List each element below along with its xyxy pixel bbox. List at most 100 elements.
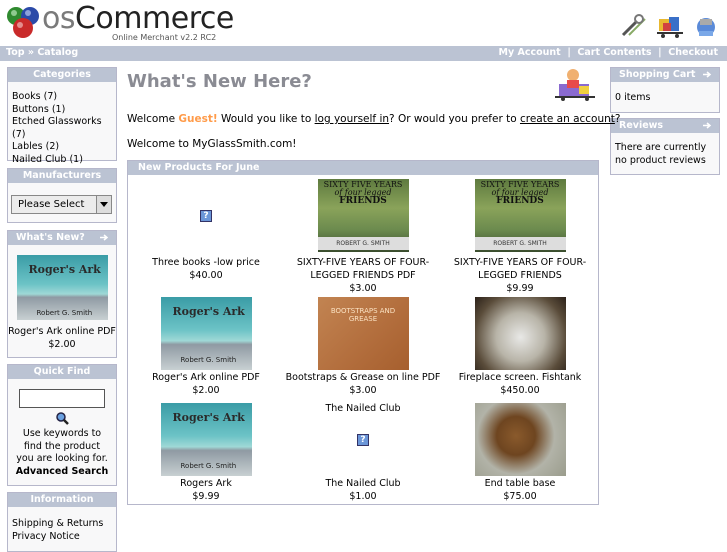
my-account-link[interactable]: My Account	[499, 47, 561, 58]
new-products-title: New Products For June	[128, 161, 598, 175]
product-image[interactable]: The Nailed Club ?	[318, 403, 409, 476]
product-image[interactable]: Roger's Ark Robert G. Smith	[160, 297, 252, 370]
welcome-end: ?	[614, 113, 621, 125]
login-link[interactable]: log yourself in	[315, 113, 389, 125]
product-name-link[interactable]: End table base	[442, 477, 598, 490]
category-item-buttons[interactable]: Buttons (1)	[12, 104, 112, 117]
product-name-link[interactable]: SIXTY-FIVE YEARS OF FOUR-LEGGED FRIENDS …	[285, 256, 441, 282]
shopping-cart-title: Shopping Cart	[611, 68, 719, 82]
information-list: Shipping & Returns Privacy Notice	[8, 507, 116, 547]
manufacturers-content: Please Select	[8, 183, 116, 218]
site-welcome: Welcome to MyGlassSmith.com!	[127, 138, 297, 150]
manufacturers-title: Manufacturers	[8, 169, 116, 183]
book-author: ROBERT G. SMITH	[474, 237, 566, 250]
privacy-notice-link[interactable]: Privacy Notice	[12, 530, 112, 543]
product-name-link[interactable]: Bootstraps & Grease on line PDF	[285, 371, 441, 384]
product-price: $75.00	[503, 491, 537, 502]
breadcrumb-top-link[interactable]: Top	[6, 47, 25, 58]
cash-register-icon[interactable]	[691, 13, 721, 39]
arrow-right-icon[interactable]	[701, 121, 713, 130]
product-card: SIXTY FIVE YEARS of four legged FRIENDS RO…	[285, 179, 441, 295]
product-image[interactable]: BOOTSTRAPS AND GREASE	[317, 297, 409, 370]
product-name-link[interactable]: Fireplace screen. Fishtank	[442, 371, 598, 384]
welcome-prefix: Welcome	[127, 113, 179, 125]
product-name-link[interactable]: Roger's Ark online PDF	[128, 371, 284, 384]
reviews-title-text: Reviews	[619, 120, 664, 131]
product-name-link[interactable]: Rogers Ark	[128, 477, 284, 490]
category-link[interactable]: Books	[12, 91, 41, 102]
book-author: ROBERT G. SMITH	[317, 237, 409, 250]
category-link[interactable]: Lables	[12, 141, 43, 152]
shopping-cart-content: 0 items	[615, 92, 651, 103]
tools-icon[interactable]	[619, 13, 649, 39]
cart-contents-link[interactable]: Cart Contents	[577, 47, 651, 58]
chevron-down-icon[interactable]	[96, 196, 111, 213]
account-links: My Account | Cart Contents | Checkout	[499, 47, 718, 58]
select-value: Please Select	[18, 199, 85, 210]
manufacturer-select[interactable]: Please Select	[11, 195, 112, 214]
image-title: Roger's Ark	[172, 305, 245, 318]
whats-new-product-link[interactable]: Roger's Ark online PDF	[8, 326, 116, 337]
page-title: What's New Here?	[127, 71, 312, 92]
product-name-link[interactable]: The Nailed Club	[285, 477, 441, 490]
whats-new-product-image[interactable]: Roger's Ark Robert G. Smith	[16, 255, 108, 320]
product-card: Fireplace screen. Fishtank $450.00	[442, 297, 598, 397]
whats-new-box: What's New? Roger's Ark Robert G. Smith …	[7, 230, 117, 358]
product-card: End table base $75.00	[442, 403, 598, 503]
product-image[interactable]: Roger's Ark Robert G. Smith	[160, 403, 252, 476]
category-count: (7)	[12, 128, 26, 140]
category-item-etched-glassworks[interactable]: Etched Glassworks (7)	[12, 116, 112, 141]
image-title: Roger's Ark	[28, 263, 101, 276]
product-image[interactable]: SIXTY FIVE YEARS of four legged FRIENDS RO…	[474, 179, 566, 252]
category-item-nailed-club[interactable]: Nailed Club (1)	[12, 154, 112, 167]
new-products-box: New Products For June ? Three books -low…	[127, 160, 599, 505]
advanced-search-link[interactable]: Advanced Search	[8, 466, 116, 479]
category-link[interactable]: Etched Glassworks	[12, 116, 102, 127]
logo-wordmark[interactable]: osCommerce	[42, 1, 234, 36]
product-card: Roger's Ark Robert G. Smith Rogers Ark $…	[128, 403, 284, 503]
product-name-link[interactable]: SIXTY-FIVE YEARS OF FOUR-LEGGED FRIENDS	[442, 256, 598, 282]
breadcrumb-catalog-link[interactable]: Catalog	[37, 47, 78, 58]
category-count: (1)	[51, 103, 66, 115]
category-link[interactable]: Nailed Club	[12, 154, 66, 165]
shipping-returns-link[interactable]: Shipping & Returns	[12, 517, 112, 530]
image-author: Robert G. Smith	[36, 309, 93, 317]
product-image[interactable]	[474, 297, 566, 370]
category-count: (1)	[69, 153, 83, 165]
product-image[interactable]: SIXTY FIVE YEARS of four legged FRIENDS RO…	[317, 179, 409, 252]
product-card: SIXTY FIVE YEARS of four legged FRIENDS RO…	[442, 179, 598, 295]
logo-version: Online Merchant v2.2 RC2	[112, 33, 217, 42]
book-title-big: FRIENDS	[496, 196, 544, 206]
quick-find-input[interactable]	[19, 389, 105, 408]
missing-image-icon: ?	[357, 434, 369, 446]
cart-boxes-icon[interactable]	[655, 13, 685, 39]
information-box: Information Shipping & Returns Privacy N…	[7, 492, 117, 552]
image-author: Robert G. Smith	[180, 356, 237, 364]
category-item-lables[interactable]: Lables (2)	[12, 141, 112, 154]
product-name-link[interactable]: Three books -low price	[128, 256, 284, 269]
product-image[interactable]: ?	[161, 179, 252, 252]
category-link[interactable]: Buttons	[12, 104, 49, 115]
missing-image-icon: ?	[200, 210, 212, 222]
magnifier-icon[interactable]	[8, 411, 116, 428]
product-price: $40.00	[189, 270, 223, 281]
nav-divider: |	[567, 47, 571, 58]
category-count: (2)	[45, 141, 60, 153]
manufacturers-box: Manufacturers Please Select	[7, 168, 117, 223]
reviews-title: Reviews	[611, 119, 719, 133]
quick-find-title: Quick Find	[8, 365, 116, 379]
category-item-books[interactable]: Books (7)	[12, 91, 112, 104]
product-price: $450.00	[500, 385, 540, 396]
welcome-middle-2: ? Or would you prefer to	[389, 113, 520, 125]
categories-box: Categories Books (7) Buttons (1) Etched …	[7, 67, 117, 165]
create-account-link[interactable]: create an account	[520, 113, 615, 125]
reviews-box: Reviews There are currently no product r…	[610, 118, 720, 175]
product-card: BOOTSTRAPS AND GREASE Bootstraps & Greas…	[285, 297, 441, 397]
checkout-link[interactable]: Checkout	[668, 47, 718, 58]
arrow-right-icon[interactable]	[701, 70, 713, 79]
category-count: (7)	[43, 91, 58, 102]
arrow-right-icon[interactable]	[98, 233, 110, 242]
guest-label: Guest!	[178, 113, 218, 125]
product-image[interactable]	[474, 403, 566, 476]
oscommerce-logo-icon[interactable]	[3, 4, 43, 40]
